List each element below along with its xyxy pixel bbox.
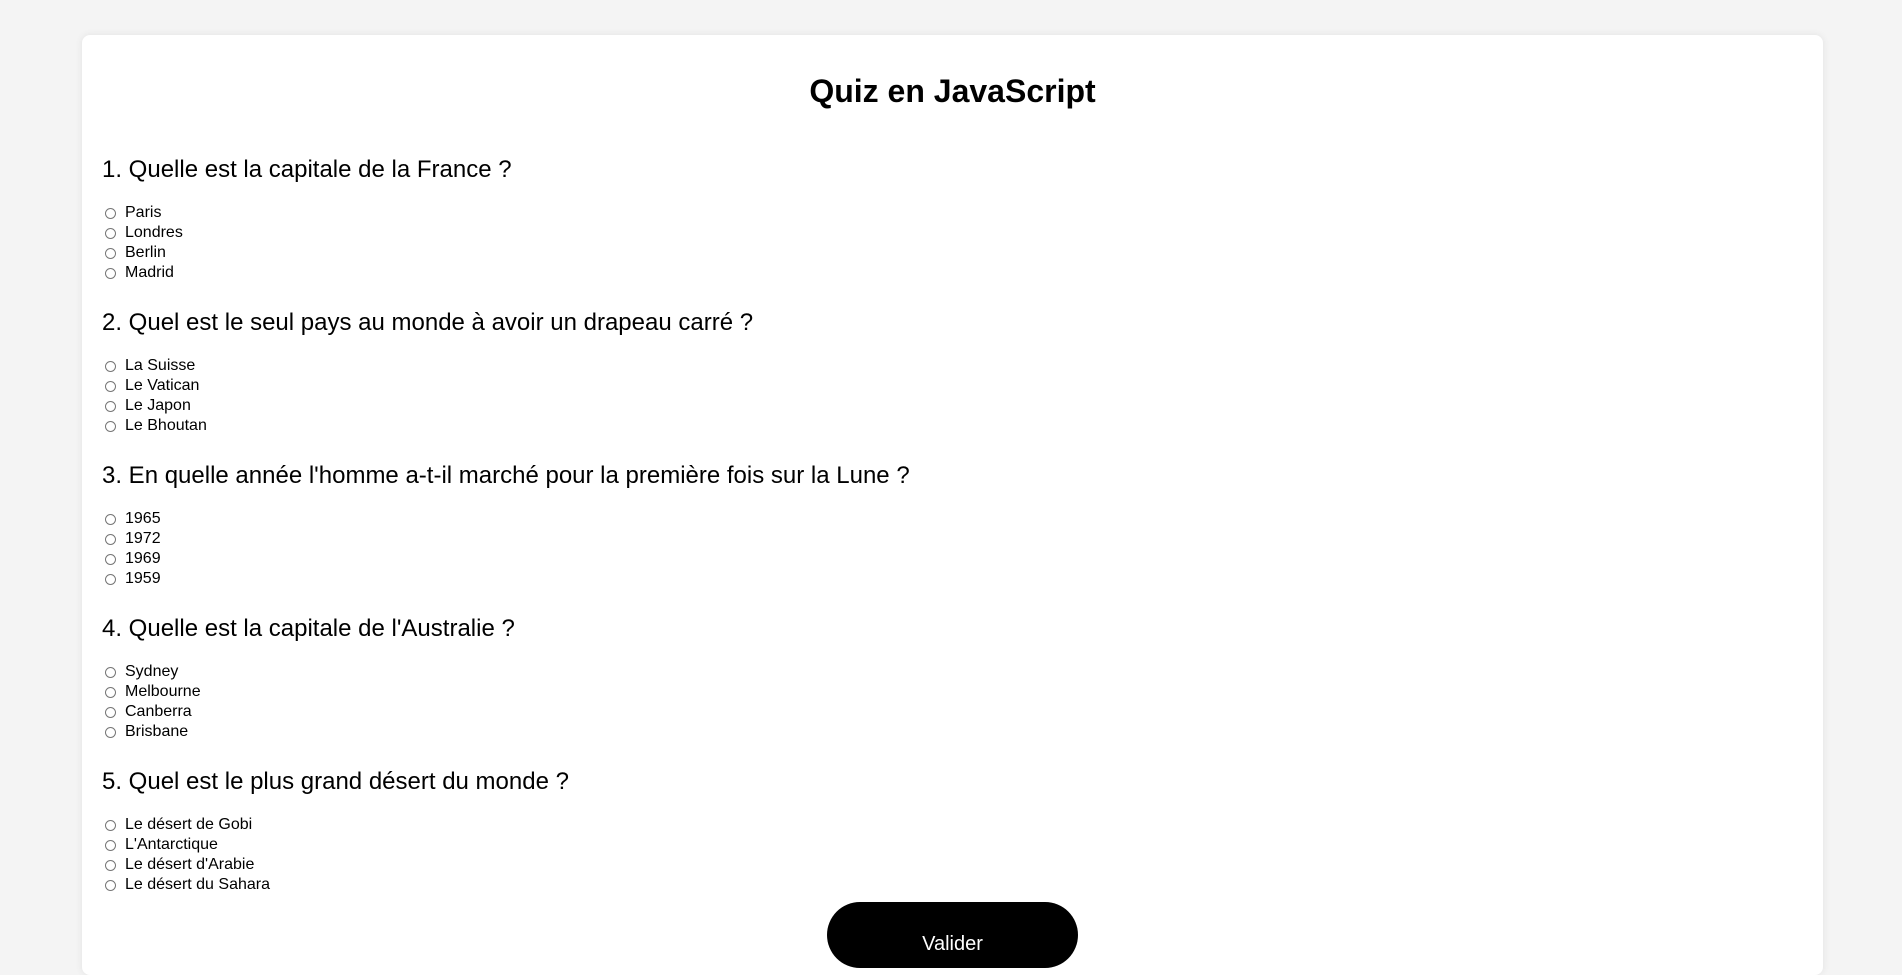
option-list: La Suisse Le Vatican Le Japon Le Bhoutan [105, 356, 207, 436]
question-text: 4. Quelle est la capitale de l'Australie… [102, 615, 515, 642]
option-label: 1969 [125, 550, 161, 567]
radio-button[interactable] [105, 227, 116, 239]
radio-button[interactable] [105, 380, 116, 392]
option-item[interactable]: 1972 [105, 529, 161, 549]
option-item[interactable]: Paris [105, 203, 183, 223]
radio-button[interactable] [105, 420, 116, 432]
radio-button[interactable] [105, 553, 116, 565]
radio-button[interactable] [105, 819, 116, 831]
option-label: Madrid [125, 264, 174, 281]
question-1: 1. Quelle est la capitale de la France ?… [102, 156, 1702, 282]
radio-button[interactable] [105, 267, 116, 279]
radio-button[interactable] [105, 879, 116, 891]
option-label: Le Vatican [125, 377, 200, 394]
option-item[interactable]: La Suisse [105, 356, 207, 376]
radio-button[interactable] [105, 726, 116, 738]
radio-button[interactable] [105, 207, 116, 219]
radio-button[interactable] [105, 666, 116, 678]
option-label: Le désert de Gobi [125, 816, 253, 833]
radio-button[interactable] [105, 686, 116, 698]
option-item[interactable]: Berlin [105, 243, 183, 263]
question-3: 3. En quelle année l'homme a-t-il marché… [102, 462, 1702, 588]
option-label: Berlin [125, 244, 166, 261]
option-label: Le désert d'Arabie [125, 856, 255, 873]
radio-button[interactable] [105, 533, 116, 545]
question-text: 5. Quel est le plus grand désert du mond… [102, 768, 569, 795]
quiz-card: Quiz en JavaScript 1. Quelle est la capi… [82, 35, 1823, 975]
option-label: 1959 [125, 570, 161, 587]
option-label: Le désert du Sahara [125, 876, 270, 893]
option-label: Le Bhoutan [125, 417, 207, 434]
radio-button[interactable] [105, 247, 116, 259]
option-item[interactable]: Canberra [105, 702, 201, 722]
option-item[interactable]: Madrid [105, 263, 183, 283]
question-text: 3. En quelle année l'homme a-t-il marché… [102, 462, 910, 489]
option-list: Paris Londres Berlin Madrid [105, 203, 183, 283]
radio-button[interactable] [105, 360, 116, 372]
question-2: 2. Quel est le seul pays au monde à avoi… [102, 309, 1702, 435]
option-item[interactable]: Sydney [105, 662, 201, 682]
question-text: 1. Quelle est la capitale de la France ? [102, 156, 512, 183]
option-label: Le Japon [125, 397, 191, 414]
option-item[interactable]: Brisbane [105, 722, 201, 742]
option-item[interactable]: Londres [105, 223, 183, 243]
option-list: Sydney Melbourne Canberra Brisbane [105, 662, 201, 742]
question-5: 5. Quel est le plus grand désert du mond… [102, 768, 1702, 894]
option-item[interactable]: 1969 [105, 549, 161, 569]
option-label: La Suisse [125, 357, 196, 374]
radio-button[interactable] [105, 513, 116, 525]
option-item[interactable]: Le désert de Gobi [105, 815, 270, 835]
option-item[interactable]: 1959 [105, 569, 161, 589]
radio-button[interactable] [105, 859, 116, 871]
radio-button[interactable] [105, 839, 116, 851]
option-list: Le désert de Gobi L'Antarctique Le déser… [105, 815, 270, 895]
option-label: Melbourne [125, 683, 201, 700]
option-label: L'Antarctique [125, 836, 218, 853]
option-item[interactable]: 1965 [105, 509, 161, 529]
option-label: Paris [125, 204, 162, 221]
option-list: 1965 1972 1969 1959 [105, 509, 161, 589]
option-label: 1965 [125, 510, 161, 527]
radio-button[interactable] [105, 573, 116, 585]
radio-button[interactable] [105, 400, 116, 412]
page-title: Quiz en JavaScript [809, 73, 1096, 109]
question-4: 4. Quelle est la capitale de l'Australie… [102, 615, 1702, 741]
option-item[interactable]: Le désert du Sahara [105, 875, 270, 895]
option-label: Canberra [125, 703, 192, 720]
radio-button[interactable] [105, 706, 116, 718]
option-item[interactable]: Le désert d'Arabie [105, 855, 270, 875]
option-item[interactable]: Melbourne [105, 682, 201, 702]
option-item[interactable]: L'Antarctique [105, 835, 270, 855]
option-item[interactable]: Le Vatican [105, 376, 207, 396]
option-label: Sydney [125, 663, 179, 680]
option-item[interactable]: Le Japon [105, 396, 207, 416]
option-label: Londres [125, 224, 183, 241]
submit-button[interactable]: Valider [827, 902, 1078, 968]
question-text: 2. Quel est le seul pays au monde à avoi… [102, 309, 754, 336]
option-label: Brisbane [125, 723, 189, 740]
option-item[interactable]: Le Bhoutan [105, 416, 207, 436]
option-label: 1972 [125, 530, 161, 547]
